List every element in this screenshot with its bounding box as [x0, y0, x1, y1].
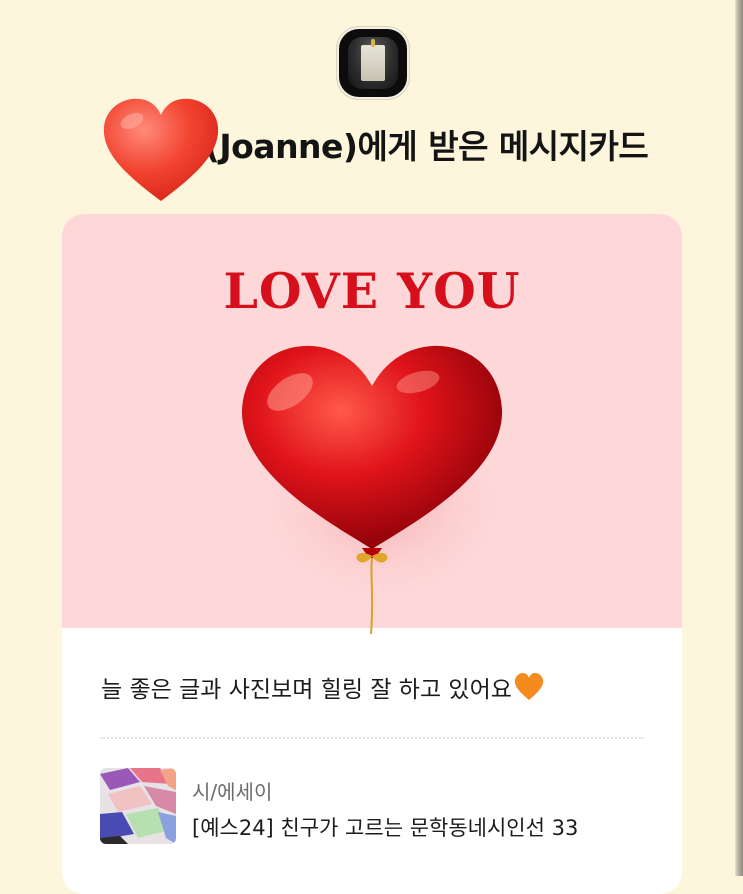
message-card: LOVE YOU 늘 좋은 글과 사진보며 힐링 잘 하고 있어요 시/에세이 …	[62, 214, 682, 894]
dotted-divider	[100, 737, 644, 739]
red-heart-balloon-icon	[241, 345, 522, 634]
message-text: 늘 좋은 글과 사진보며 힐링 잘 하고 있어요	[101, 677, 512, 703]
book-cover-icon[interactable]	[100, 768, 176, 844]
card-headline: LOVE YOU	[223, 262, 521, 320]
card-image: LOVE YOU	[62, 214, 682, 634]
message-text-row: 늘 좋은 글과 사진보며 힐링 잘 하고 있어요	[101, 670, 545, 704]
red-heart-icon	[103, 98, 219, 201]
book-category: 시/에세이	[192, 780, 273, 804]
sender-avatar[interactable]	[337, 27, 409, 99]
book-title-link[interactable]: [예스24] 친구가 고르는 문학동네시인선 33	[192, 812, 578, 842]
photo-frame-shape	[361, 39, 385, 81]
orange-heart-icon	[514, 673, 544, 700]
